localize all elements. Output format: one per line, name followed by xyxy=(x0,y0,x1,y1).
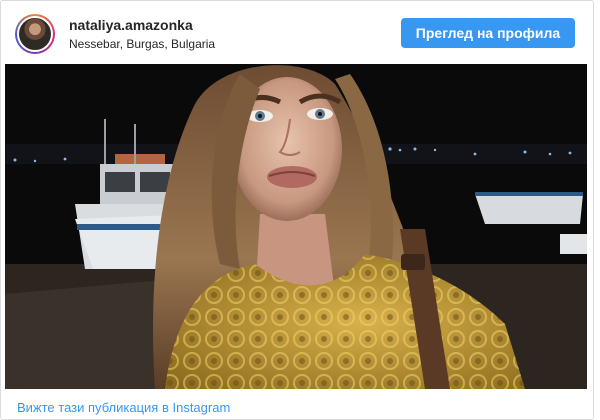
post-photo[interactable] xyxy=(5,64,587,389)
avatar-story-ring[interactable] xyxy=(15,14,55,54)
avatar[interactable] xyxy=(17,16,53,52)
post-header: nataliya.amazonka Nessebar, Burgas, Bulg… xyxy=(1,1,593,64)
post-photo-image xyxy=(5,64,587,389)
instagram-embed: nataliya.amazonka Nessebar, Burgas, Bulg… xyxy=(0,0,594,420)
username[interactable]: nataliya.amazonka xyxy=(69,17,193,33)
location[interactable]: Nessebar, Burgas, Bulgaria xyxy=(69,37,215,51)
view-on-instagram-link[interactable]: Вижте тази публикация в Instagram xyxy=(17,400,230,415)
view-profile-button[interactable]: Преглед на профила xyxy=(401,18,575,48)
